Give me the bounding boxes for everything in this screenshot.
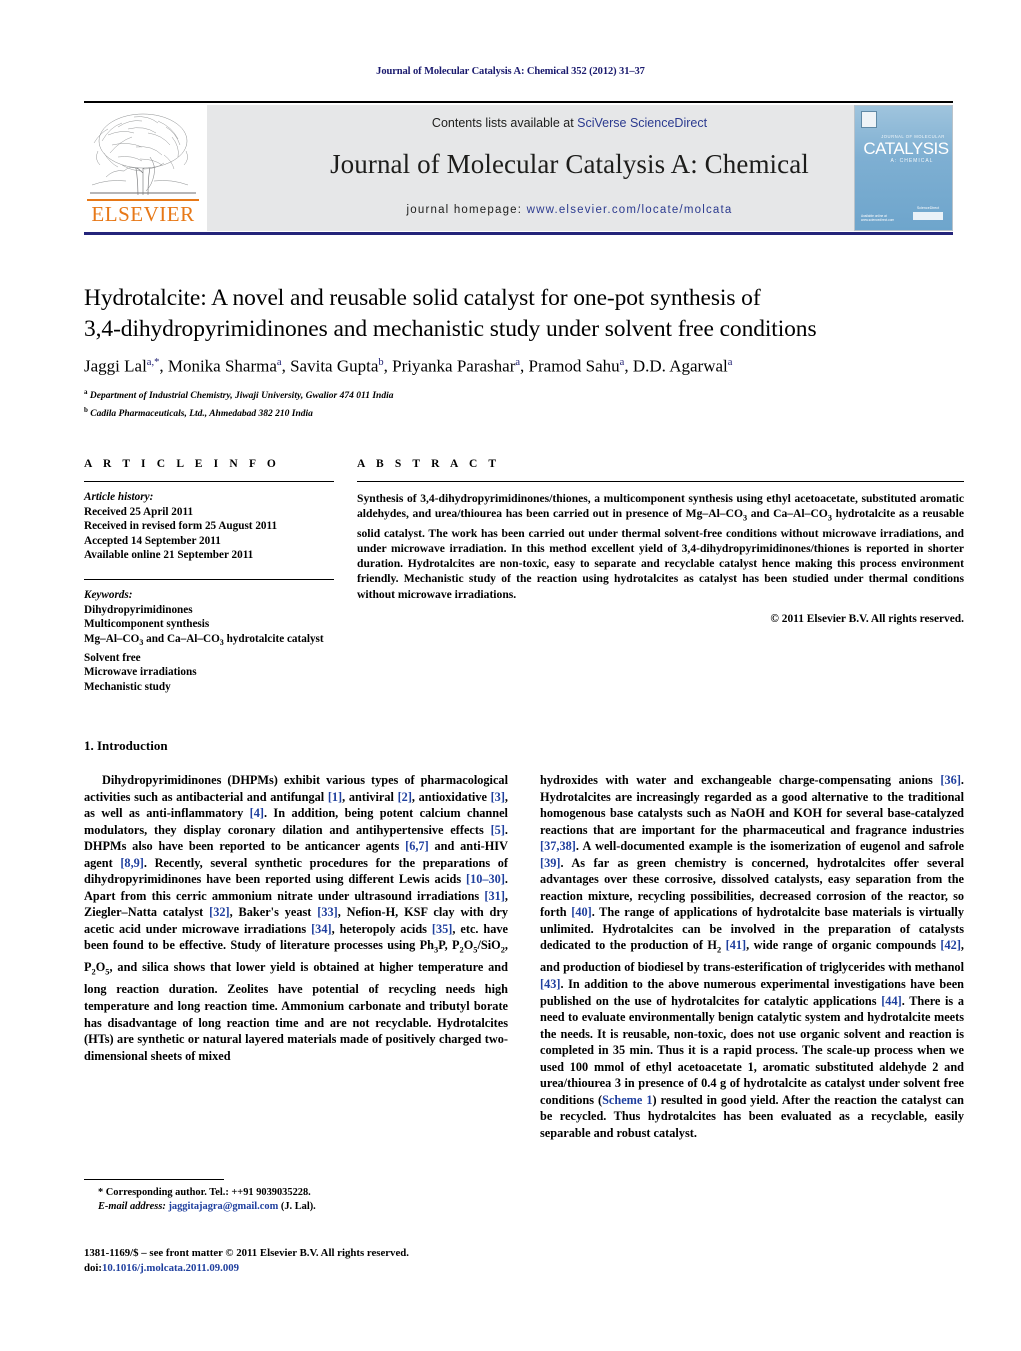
article-info-rule	[84, 481, 334, 482]
abstract-block: A B S T R A C T Synthesis of 3,4-dihydro…	[357, 458, 964, 625]
abstract-copyright: © 2011 Elsevier B.V. All rights reserved…	[770, 612, 964, 625]
cover-sciencedirect-mark: ScienceDirect	[916, 206, 940, 210]
section-heading-introduction: 1. Introduction	[84, 738, 168, 753]
elsevier-logo: ELSEVIER	[84, 105, 202, 231]
keyword-item: Mechanistic study	[84, 680, 171, 693]
doi-line: doi:10.1016/j.molcata.2011.09.009	[84, 1261, 584, 1276]
sciencedirect-link[interactable]: SciVerse ScienceDirect	[577, 116, 707, 130]
history-item: Received 25 April 2011	[84, 505, 194, 518]
homepage-url-link[interactable]: www.elsevier.com/locate/molcata	[527, 204, 733, 216]
body-column-right: hydroxides with water and exchangeable c…	[540, 772, 964, 1141]
affiliation-a-text: Department of Industrial Chemistry, Jiwa…	[89, 391, 394, 402]
keyword-item: Solvent free	[84, 651, 141, 664]
abstract-label: A B S T R A C T	[357, 458, 501, 470]
article-history-label: Article history:	[84, 491, 154, 503]
history-item: Available online 21 September 2011	[84, 549, 254, 562]
affiliation-a: a Department of Industrial Chemistry, Ji…	[84, 388, 394, 402]
body-paragraph-right: hydroxides with water and exchangeable c…	[540, 773, 965, 1140]
page-title: Hydrotalcite: A novel and reusable solid…	[84, 283, 964, 345]
keyword-item: Dihydropyrimidinones	[84, 603, 193, 616]
article-history: Article history: Received 25 April 2011 …	[84, 490, 334, 563]
email-label: E-mail address:	[98, 1201, 166, 1212]
doi-link[interactable]: 10.1016/j.molcata.2011.09.009	[102, 1262, 239, 1274]
article-info-block: A R T I C L E I N F O Article history: R…	[84, 458, 334, 694]
cover-background: JOURNAL OF MOLECULAR CATALYSIS A: CHEMIC…	[855, 106, 952, 230]
author-list: Jaggi Lala,*, Monika Sharmaa, Savita Gup…	[84, 356, 733, 376]
email-suffix: (J. Lal).	[280, 1201, 316, 1212]
affiliation-list: a Department of Industrial Chemistry, Ji…	[84, 386, 964, 421]
contents-prefix: Contents lists available at	[431, 116, 578, 130]
body-paragraph-left: Dihydropyrimidinones (DHPMs) exhibit var…	[84, 773, 509, 1063]
affiliation-b-text: Cadila Pharmaceuticals, Ltd., Ahmedabad …	[90, 408, 313, 419]
title-line-1: Hydrotalcite: A novel and reusable solid…	[84, 285, 761, 311]
elsevier-tree-icon	[90, 113, 196, 196]
corresponding-author-footnote: * Corresponding author. Tel.: ++91 90390…	[84, 1186, 508, 1214]
email-line: E-mail address: jaggitajagra@gmail.com (…	[84, 1200, 508, 1214]
journal-band: Contents lists available at SciVerse Sci…	[207, 105, 932, 231]
contents-list-line: Contents lists available at SciVerse Sci…	[207, 116, 932, 130]
journal-homepage-line: journal homepage: www.elsevier.com/locat…	[207, 204, 932, 216]
keywords-label: Keywords:	[84, 588, 133, 601]
cover-main-title: CATALYSIS	[863, 139, 949, 158]
history-item: Accepted 14 September 2011	[84, 534, 221, 547]
abstract-rule	[357, 481, 964, 482]
homepage-prefix: journal homepage:	[406, 204, 527, 216]
journal-cover-thumbnail[interactable]: JOURNAL OF MOLECULAR CATALYSIS A: CHEMIC…	[854, 105, 953, 231]
affiliation-b: b Cadila Pharmaceuticals, Ltd., Ahmedaba…	[84, 405, 313, 419]
masthead-top-rule	[84, 101, 953, 103]
page-footer: 1381-1169/$ – see front matter © 2011 El…	[84, 1246, 584, 1275]
elsevier-baseline-rule	[87, 199, 199, 201]
keyword-item: Microwave irradiations	[84, 666, 197, 679]
masthead-bottom-rule	[84, 232, 953, 235]
doi-prefix: doi:	[84, 1261, 102, 1274]
keywords-block: Keywords: Dihydropyrimidinones Multicomp…	[84, 588, 334, 694]
running-head: Journal of Molecular Catalysis A: Chemic…	[376, 66, 645, 77]
issn-line: 1381-1169/$ – see front matter © 2011 El…	[84, 1247, 409, 1259]
elsevier-wordmark: ELSEVIER	[91, 202, 195, 226]
keywords-rule	[84, 578, 334, 580]
email-link[interactable]: jaggitajagra@gmail.com	[168, 1201, 278, 1212]
cover-footer-box	[913, 212, 943, 220]
cover-subtitle: A: CHEMICAL	[890, 158, 934, 164]
keyword-item: Mg–Al–CO3 and Ca–Al–CO3 hydrotalcite cat…	[84, 632, 324, 647]
body-column-left: Dihydropyrimidinones (DHPMs) exhibit var…	[84, 772, 508, 1064]
article-page: Journal of Molecular Catalysis A: Chemic…	[0, 0, 1021, 1351]
journal-masthead: ELSEVIER Contents lists available at Sci…	[84, 101, 953, 235]
corresponding-author-line: * Corresponding author. Tel.: ++91 90390…	[98, 1187, 311, 1198]
history-item: Received in revised form 25 August 2011	[84, 520, 278, 533]
cover-publisher-mark	[861, 111, 877, 128]
article-info-label: A R T I C L E I N F O	[84, 458, 280, 470]
keyword-item: Multicomponent synthesis	[84, 618, 210, 631]
abstract-text: Synthesis of 3,4-dihydropyrimidinones/th…	[357, 492, 964, 601]
cover-footer-left: Available online at www.sciencedirect.co…	[861, 214, 895, 223]
footnote-rule	[84, 1179, 224, 1180]
title-line-2: 3,4-dihydropyrimidinones and mechanistic…	[84, 316, 817, 342]
journal-title: Journal of Molecular Catalysis A: Chemic…	[330, 149, 809, 179]
